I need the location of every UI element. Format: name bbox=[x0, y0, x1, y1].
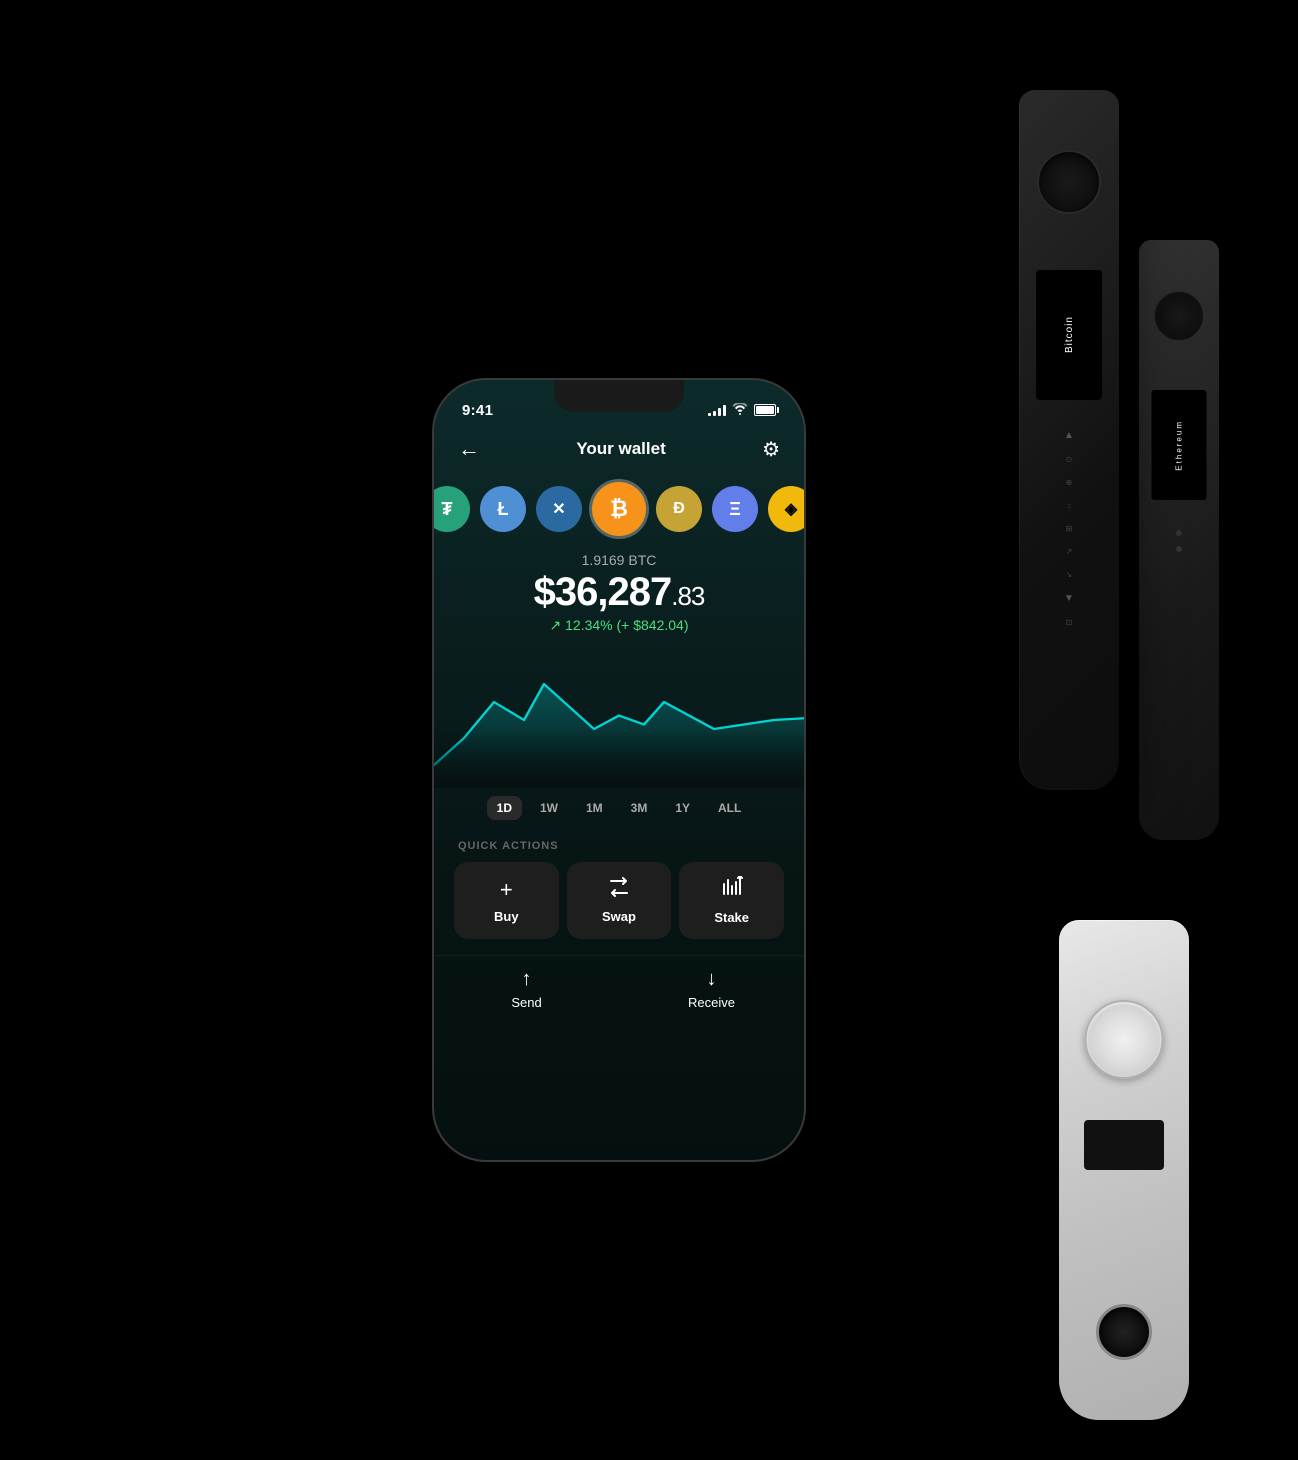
receive-button[interactable]: ↓ Receive bbox=[619, 968, 804, 1010]
settings-button[interactable]: ⚙ bbox=[762, 437, 780, 462]
ledger-down-arrow: ▼ bbox=[1064, 593, 1074, 604]
ledger-icon-4: ⊞ bbox=[1066, 524, 1073, 533]
status-time: 9:41 bbox=[462, 402, 493, 419]
fiat-amount: $36,287.83 bbox=[454, 570, 784, 615]
scene: Ethereum Bitcoin ▲ ⊙ ⊕ ↕ ⊞ ↗ ↘ ▼ ⊡ bbox=[99, 40, 1199, 1420]
chart-area bbox=[434, 684, 804, 783]
time-filter-all[interactable]: ALL bbox=[708, 796, 751, 820]
send-button[interactable]: ↑ Send bbox=[434, 968, 619, 1010]
coin-xrp[interactable]: ✕ bbox=[536, 486, 582, 532]
send-label: Send bbox=[511, 995, 541, 1010]
bottom-actions: ↑ Send ↓ Receive bbox=[434, 955, 804, 1040]
coin-binance[interactable]: ◈ bbox=[768, 486, 804, 532]
balance-section: 1.9169 BTC $36,287.83 ↗ 12.34% (+ $842.0… bbox=[434, 544, 804, 638]
signal-bar-3 bbox=[718, 408, 721, 416]
battery-icon bbox=[754, 404, 776, 416]
stake-icon bbox=[720, 876, 744, 904]
wifi-icon bbox=[732, 403, 748, 418]
time-filter-1y[interactable]: 1Y bbox=[665, 796, 700, 820]
coin-tether[interactable]: ₮ bbox=[434, 486, 470, 532]
ledger-device-1-screen-text: Bitcoin bbox=[1064, 316, 1075, 353]
stake-button[interactable]: Stake bbox=[679, 862, 784, 939]
time-filter-1m[interactable]: 1M bbox=[576, 796, 613, 820]
time-filter-1w[interactable]: 1W bbox=[530, 796, 568, 820]
ledger-device-2-btn-1 bbox=[1176, 530, 1182, 536]
receive-icon: ↓ bbox=[707, 968, 717, 991]
wallet-title: Your wallet bbox=[576, 439, 665, 459]
stake-label: Stake bbox=[714, 910, 749, 925]
crypto-amount: 1.9169 BTC bbox=[454, 552, 784, 568]
ledger-icon-6: ↘ bbox=[1066, 570, 1073, 579]
coin-bitcoin-active[interactable]: ₿ bbox=[592, 482, 646, 536]
price-chart bbox=[434, 638, 804, 788]
status-icons bbox=[708, 403, 776, 418]
time-filter-bar: 1D 1W 1M 3M 1Y ALL bbox=[434, 788, 804, 832]
ledger-icon-2: ⊕ bbox=[1066, 478, 1073, 487]
quick-actions-grid: + Buy Swap bbox=[434, 862, 804, 955]
ledger-icon-1: ⊙ bbox=[1066, 455, 1073, 464]
buy-label: Buy bbox=[494, 909, 519, 924]
app-header: ← Your wallet ⚙ bbox=[434, 428, 804, 474]
swap-label: Swap bbox=[602, 909, 636, 924]
ledger-nano-white-screen bbox=[1084, 1120, 1164, 1170]
send-icon: ↑ bbox=[522, 968, 532, 991]
phone-device: 9:41 bbox=[434, 380, 804, 1160]
signal-bar-4 bbox=[723, 405, 726, 416]
coin-ethereum[interactable]: Ξ bbox=[712, 486, 758, 532]
ledger-device-1-screen: Bitcoin bbox=[1036, 270, 1102, 400]
time-filter-3m[interactable]: 3M bbox=[621, 796, 658, 820]
battery-fill bbox=[756, 406, 774, 414]
ledger-icon-7: ⊡ bbox=[1066, 618, 1073, 627]
phone-screen: 9:41 bbox=[434, 380, 804, 1160]
ledger-device-2: Ethereum bbox=[1139, 240, 1219, 840]
ledger-device-2-screen: Ethereum bbox=[1152, 390, 1207, 500]
coin-doge[interactable]: Ð bbox=[656, 486, 702, 532]
receive-label: Receive bbox=[688, 995, 735, 1010]
signal-bars bbox=[708, 404, 726, 416]
coin-carousel: ◈ ₮ Ł ✕ ₿ Ð Ξ ◈ Ⓐ bbox=[434, 474, 804, 544]
fiat-whole: $36,287 bbox=[534, 570, 672, 614]
back-button[interactable]: ← bbox=[458, 436, 480, 462]
ledger-device-2-screen-text: Ethereum bbox=[1175, 420, 1184, 471]
ledger-device-2-buttons bbox=[1176, 530, 1182, 552]
coin-litecoin[interactable]: Ł bbox=[480, 486, 526, 532]
ledger-nano-white bbox=[1059, 920, 1189, 1420]
swap-button[interactable]: Swap bbox=[567, 862, 672, 939]
signal-bar-1 bbox=[708, 413, 711, 416]
price-change: ↗ 12.34% (+ $842.04) bbox=[454, 617, 784, 634]
ledger-up-arrow: ▲ bbox=[1064, 430, 1074, 441]
buy-icon: + bbox=[500, 877, 513, 903]
ledger-icon-3: ↕ bbox=[1067, 501, 1071, 510]
phone-notch bbox=[554, 380, 684, 412]
ledger-device-2-btn-2 bbox=[1176, 546, 1182, 552]
ledger-icon-5: ↗ bbox=[1066, 547, 1073, 556]
ledger-device-1-nav: ▲ ⊙ ⊕ ↕ ⊞ ↗ ↘ ▼ ⊡ bbox=[1064, 430, 1074, 627]
time-filter-1d[interactable]: 1D bbox=[487, 796, 522, 820]
buy-button[interactable]: + Buy bbox=[454, 862, 559, 939]
swap-icon bbox=[607, 877, 631, 903]
signal-bar-2 bbox=[713, 411, 716, 416]
chart-svg bbox=[434, 648, 804, 783]
fiat-cents: .83 bbox=[671, 581, 704, 611]
quick-actions-label: QUICK ACTIONS bbox=[434, 832, 804, 862]
ledger-device-1: Bitcoin ▲ ⊙ ⊕ ↕ ⊞ ↗ ↘ ▼ ⊡ bbox=[1019, 90, 1119, 790]
